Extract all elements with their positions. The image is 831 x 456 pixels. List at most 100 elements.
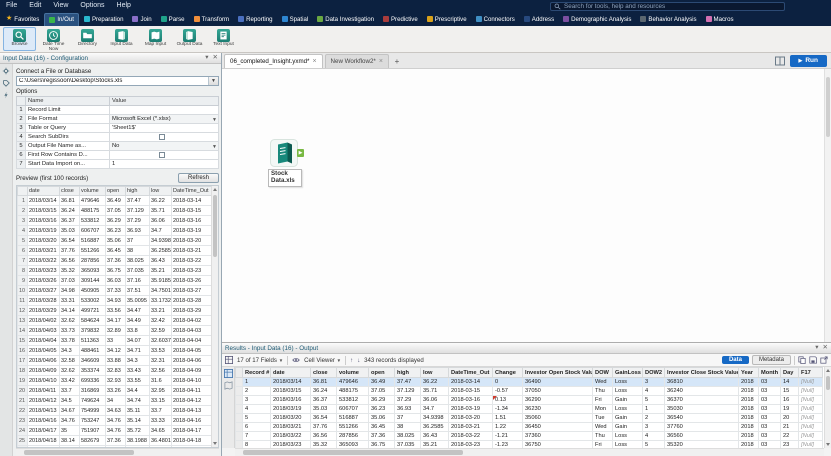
preview-row[interactable]: 18 2018/04/09 32.62 353374 32.83 33.43 32.56 20… bbox=[17, 365, 212, 376]
save-icon[interactable] bbox=[809, 356, 817, 364]
results-row[interactable]: 8 2018/03/23 35.32 365093 36.75 37.035 35.21 20… bbox=[235, 440, 823, 448]
map-view-icon[interactable] bbox=[223, 381, 233, 390]
scrollbar-thumb[interactable] bbox=[826, 77, 830, 137]
option-row-output-file-name-as[interactable]: 5 Output File Name as... No ▼ bbox=[16, 141, 219, 151]
table-view-icon[interactable] bbox=[223, 369, 233, 378]
preview-row[interactable]: 12 2018/03/29 34.14 499721 33.56 34.47 33.21 20… bbox=[17, 305, 212, 316]
menu-options[interactable]: Options bbox=[74, 0, 110, 12]
option-value[interactable] bbox=[109, 105, 219, 115]
cell-viewer-dropdown[interactable]: Cell Viewer ▼ bbox=[304, 357, 341, 364]
data-view-button[interactable]: Data bbox=[721, 356, 749, 364]
results-row[interactable]: 1 2018/03/14 36.81 479646 36.49 37.47 36.22 201… bbox=[235, 377, 823, 387]
preview-row[interactable]: 6 2018/03/21 37.76 551266 36.45 38 36.2585 2018… bbox=[17, 245, 212, 256]
results-col-close[interactable]: close bbox=[310, 367, 337, 378]
preview-row[interactable]: 20 2018/04/11 33.7 316869 33.26 34.4 32.95 2018… bbox=[17, 385, 212, 396]
results-col-date[interactable]: date bbox=[270, 367, 311, 378]
option-row-first-row-contains-d[interactable]: 6 First Row Contains D... bbox=[16, 150, 219, 160]
palette-tab-parse[interactable]: Parse bbox=[157, 13, 189, 26]
palette-tab-preparation[interactable]: Preparation bbox=[80, 13, 128, 26]
scroll-down-icon[interactable] bbox=[213, 442, 217, 445]
results-col-year[interactable]: Year bbox=[738, 367, 759, 378]
preview-row[interactable]: 14 2018/04/03 33.73 379832 32.89 33.8 32.59 201… bbox=[17, 325, 212, 336]
results-col-gainloss[interactable]: GainLoss bbox=[612, 367, 643, 378]
option-row-start-data-import-on[interactable]: 7 Start Data Import on... 1 bbox=[16, 159, 219, 169]
preview-row[interactable]: 24 2018/04/17 35 751907 34.76 35.72 34.65 2018-… bbox=[17, 425, 212, 436]
results-col-day[interactable]: Day bbox=[780, 367, 799, 378]
performance-bolt-icon[interactable] bbox=[2, 91, 10, 99]
preview-row[interactable]: 8 2018/03/23 35.32 365093 36.75 37.035 35.21 20… bbox=[17, 265, 212, 276]
preview-col-low[interactable]: low bbox=[149, 186, 172, 196]
configuration-gear-icon[interactable] bbox=[2, 67, 10, 75]
option-row-search-subdirs[interactable]: 4 Search SubDirs bbox=[16, 132, 219, 142]
preview-row[interactable]: 16 2018/04/05 34.3 488461 34.12 34.71 33.53 201… bbox=[17, 345, 212, 356]
preview-row[interactable]: 10 2018/03/27 34.98 450905 37.33 37.51 34.7501… bbox=[17, 285, 212, 296]
checkbox[interactable] bbox=[158, 151, 165, 158]
fields-summary-dropdown[interactable]: 17 of 17 Fields ▼ bbox=[237, 357, 283, 364]
results-col-low[interactable]: low bbox=[420, 367, 449, 378]
palette-tab-demographic-analysis[interactable]: Demographic Analysis bbox=[559, 13, 635, 26]
scrollbar-thumb[interactable] bbox=[213, 195, 217, 257]
preview-row[interactable]: 19 2018/04/10 33.42 699336 32.93 33.55 31.6 201… bbox=[17, 375, 212, 386]
layout-view-icon[interactable] bbox=[774, 56, 785, 66]
preview-col-rownum[interactable] bbox=[17, 186, 28, 196]
tool-input-data[interactable]: Input Data bbox=[105, 27, 138, 51]
scrollbar-thumb[interactable] bbox=[826, 376, 830, 390]
preview-row[interactable]: 11 2018/03/28 33.31 533002 34.93 35.0095 33.17… bbox=[17, 295, 212, 306]
results-col-volume[interactable]: volume bbox=[336, 367, 369, 378]
scrollbar-thumb[interactable] bbox=[24, 450, 134, 455]
scrollbar-thumb[interactable] bbox=[243, 450, 463, 455]
preview-row[interactable]: 13 2018/04/02 32.62 584624 34.17 34.49 32.42 20… bbox=[17, 315, 212, 326]
option-row-record-limit[interactable]: 1 Record Limit bbox=[16, 105, 219, 115]
close-panel-icon[interactable]: ✕ bbox=[213, 53, 218, 63]
menu-help[interactable]: Help bbox=[111, 0, 137, 12]
sort-ascending-icon[interactable]: ↑ bbox=[350, 357, 353, 364]
global-search-input[interactable]: Search for tools, help and resources bbox=[550, 1, 785, 11]
checkbox[interactable] bbox=[158, 133, 165, 140]
option-value[interactable] bbox=[109, 150, 219, 160]
preview-row[interactable]: 7 2018/03/22 36.56 287856 37.36 38.025 36.43 20… bbox=[17, 255, 212, 266]
tool-output-data[interactable]: Output Data bbox=[173, 27, 206, 51]
workflow-canvas[interactable]: ▶ Stock Data.xls bbox=[222, 69, 824, 342]
preview-vertical-scrollbar[interactable] bbox=[211, 186, 218, 447]
close-tab-icon[interactable]: × bbox=[312, 58, 316, 65]
palette-tab-behavior-analysis[interactable]: Behavior Analysis bbox=[636, 13, 700, 26]
file-path-combo[interactable]: C:\Users\regissoon\Desktop\Stocks.xls ▼ bbox=[16, 76, 219, 86]
preview-horizontal-scrollbar[interactable] bbox=[16, 448, 219, 456]
tool-map-input[interactable]: Map Input bbox=[139, 27, 172, 51]
palette-tab-connectors[interactable]: Connectors bbox=[472, 13, 519, 26]
results-row[interactable]: 5 2018/03/20 36.54 516887 35.06 37 34.9398 2018… bbox=[235, 413, 823, 423]
results-col-datetime-out[interactable]: DateTime_Out bbox=[448, 367, 493, 378]
palette-tab-spatial[interactable]: Spatial bbox=[278, 13, 313, 26]
option-value[interactable]: 1 bbox=[109, 159, 219, 169]
close-panel-icon[interactable]: ✕ bbox=[823, 343, 828, 353]
palette-tab-reporting[interactable]: Reporting bbox=[234, 13, 276, 26]
palette-tab-in-out[interactable]: In/Out bbox=[44, 12, 79, 26]
preview-row[interactable]: 22 2018/04/13 34.67 754999 34.63 35.11 33.7 201… bbox=[17, 405, 212, 416]
results-row[interactable]: 3 2018/03/16 36.37 533812 36.29 37.29 36.06 201… bbox=[235, 395, 823, 405]
option-value[interactable]: Microsoft Excel (*.xlsx) ▼ bbox=[109, 114, 219, 124]
scroll-up-icon[interactable] bbox=[213, 188, 217, 191]
results-col-record[interactable]: Record # bbox=[242, 367, 271, 378]
option-row-file-format[interactable]: 2 File Format Microsoft Excel (*.xlsx) ▼ bbox=[16, 114, 219, 124]
preview-col-volume[interactable]: volume bbox=[79, 186, 106, 196]
pin-panel-icon[interactable]: ▾ bbox=[205, 53, 208, 63]
results-col-investor-open-stock-value[interactable]: Investor Open Stock Value bbox=[522, 367, 593, 378]
tool-annotation[interactable]: Stock Data.xls bbox=[268, 169, 302, 187]
results-col-dow[interactable]: DOW bbox=[592, 367, 613, 378]
open-new-window-icon[interactable] bbox=[820, 356, 828, 364]
results-row[interactable]: 7 2018/03/22 36.56 287856 37.36 38.025 36.43 20… bbox=[235, 431, 823, 441]
results-col-open[interactable]: open bbox=[368, 367, 395, 378]
results-col-investor-close-stock-value[interactable]: Investor Close Stock Value bbox=[664, 367, 739, 378]
output-anchor-icon[interactable]: ▶ bbox=[297, 149, 304, 157]
option-value[interactable] bbox=[109, 132, 219, 142]
results-col-dow2[interactable]: DOW2 bbox=[642, 367, 665, 378]
preview-row[interactable]: 23 2018/04/16 34.76 753247 34.76 35.14 33.33 20… bbox=[17, 415, 212, 426]
copy-icon[interactable] bbox=[798, 356, 806, 364]
palette-tab-address[interactable]: Address bbox=[520, 13, 558, 26]
palette-tab-predictive[interactable]: Predictive bbox=[379, 13, 422, 26]
results-row[interactable]: 4 2018/03/19 35.03 606707 36.23 36.93 34.7 2018… bbox=[235, 404, 823, 414]
preview-row[interactable]: 21 2018/04/12 34.5 749624 34 34.74 33.15 2018-0… bbox=[17, 395, 212, 406]
workflow-tab-new-workflow2[interactable]: New Workflow2* × bbox=[324, 54, 389, 68]
option-value[interactable]: 'Sheet1$' bbox=[109, 123, 219, 133]
tool-directory[interactable]: Directory bbox=[71, 27, 104, 51]
